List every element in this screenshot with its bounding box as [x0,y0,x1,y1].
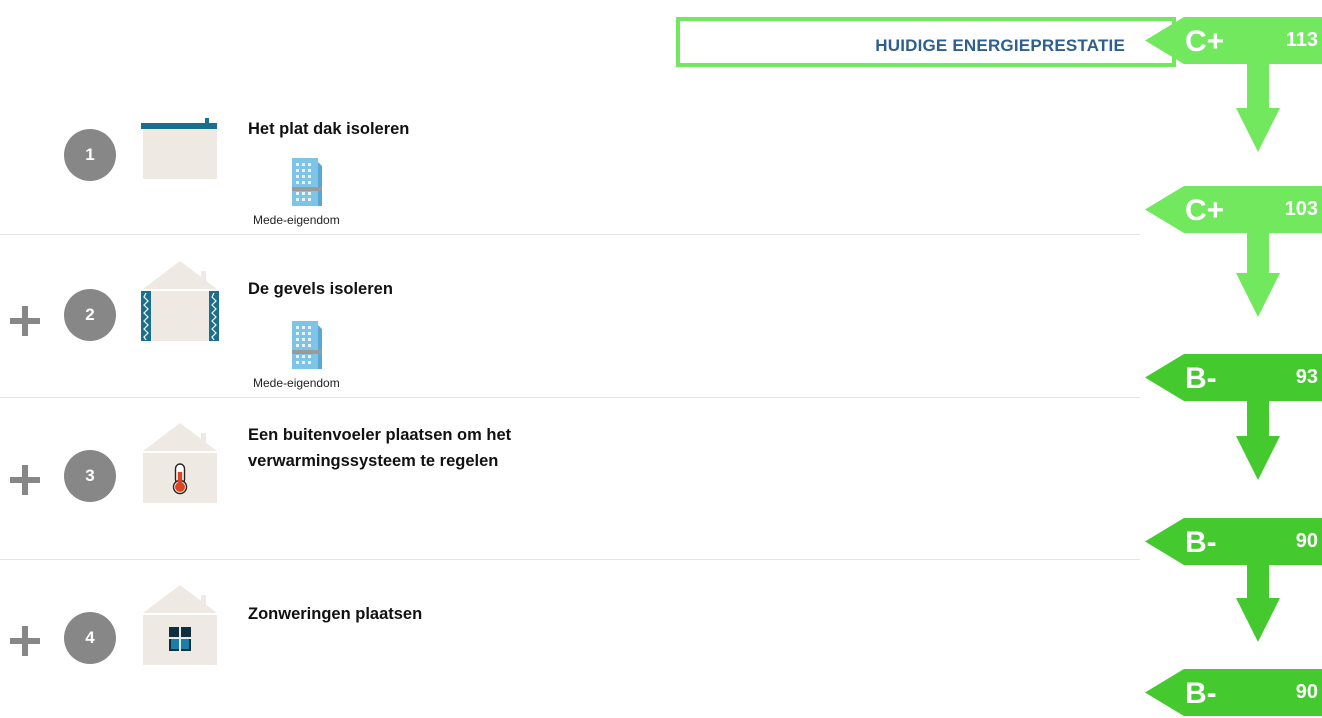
step-number: 3 [64,450,116,502]
row-divider [0,559,1140,560]
label-grade: C+ [1185,25,1225,58]
building-icon [292,321,322,369]
label-score: 90 [1295,681,1318,703]
step-title: Zonweringen plaatsen [248,605,423,623]
label-score: 113 [1285,29,1318,51]
step-title: De gevels isoleren [248,280,393,298]
arrow-down-icon [1236,233,1280,317]
arrow-down-icon [1236,564,1280,642]
row-divider [0,234,1140,235]
step-number: 1 [64,129,116,181]
label-grade: B- [1185,677,1217,710]
banner-title: HUIDIGE ENERGIEPRESTATIE [875,36,1125,55]
label-grade: B- [1185,526,1217,559]
label-score: 93 [1295,366,1318,388]
plus-icon [10,626,40,656]
arrow-down-icon [1236,64,1280,152]
flat-roof-icon [141,118,217,179]
thermometer-house-icon [143,423,217,503]
step-title: Een buitenvoeler plaatsen om het verwarm… [248,426,512,470]
step-number: 4 [64,612,116,664]
label-score: 103 [1284,198,1318,220]
label-grade: B- [1185,362,1217,395]
step-number: 2 [64,289,116,341]
energy-label-after-step-1: C+ 103 [1145,186,1322,233]
facade-insulation-icon [141,261,219,341]
step-title: Het plat dak isoleren [248,120,410,138]
label-grade: C+ [1185,194,1225,227]
energy-label-after-step-3: B- 90 [1145,518,1322,565]
arrow-down-icon [1236,400,1280,480]
co-ownership-label: Mede-eigendom [253,376,340,390]
window-shade-house-icon [143,585,217,665]
current-performance-banner: HUIDIGE ENERGIEPRESTATIE [676,17,1176,67]
energy-label-after-step-4: B- 90 [1145,669,1322,716]
label-score: 90 [1295,530,1318,552]
plus-icon [10,465,40,495]
row-divider [0,397,1140,398]
co-ownership-label: Mede-eigendom [253,213,340,227]
building-icon [292,158,322,206]
plus-icon [10,306,40,336]
energy-label-after-step-2: B- 93 [1145,354,1322,401]
